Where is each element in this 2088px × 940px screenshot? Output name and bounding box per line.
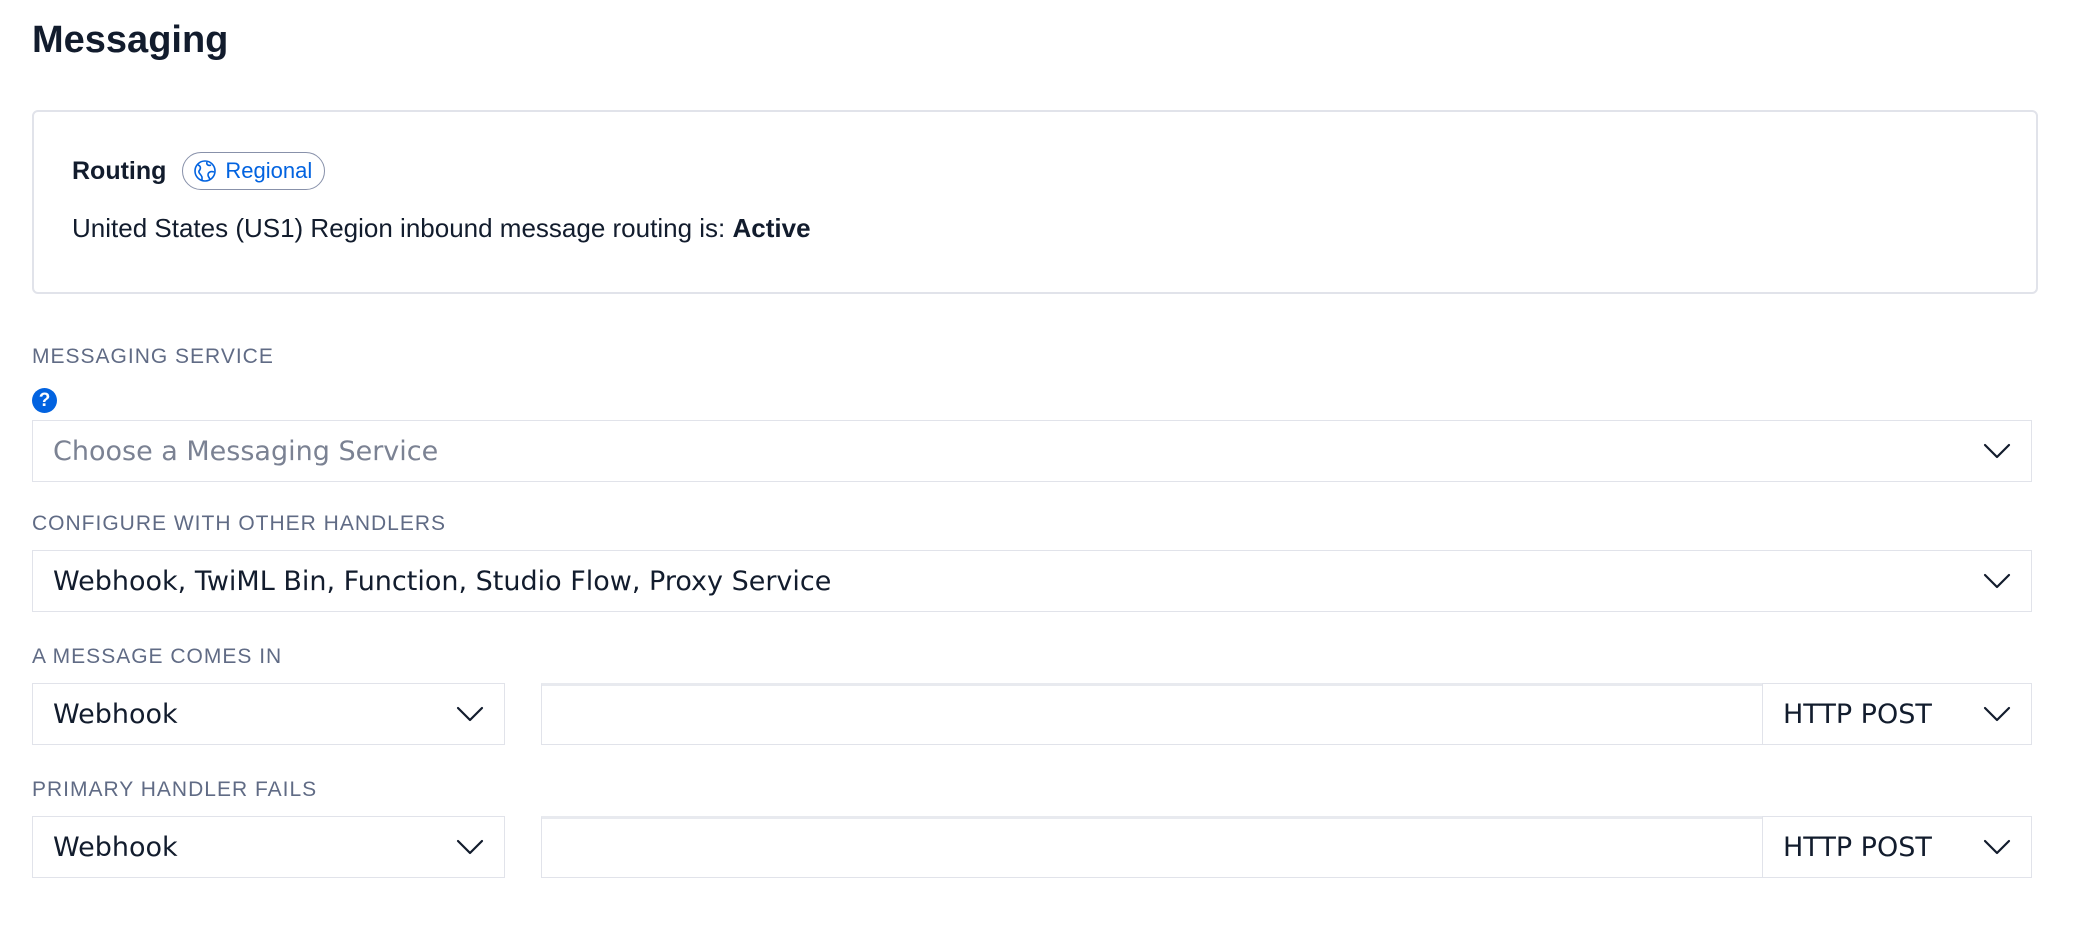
routing-card: Routing Regional United States (US1) Reg… (32, 110, 2038, 294)
page-title: Messaging (32, 19, 229, 61)
primary-handler-fails-label: PRIMARY HANDLER FAILS (32, 778, 318, 801)
globe-icon (194, 160, 217, 182)
routing-status-text: United States (US1) Region inbound messa… (72, 213, 733, 243)
routing-title: Routing (72, 156, 167, 185)
regional-badge-label: Regional (225, 158, 313, 183)
messaging-service-placeholder: Choose a Messaging Service (53, 435, 439, 467)
message-comes-in-handler-select[interactable]: Webhook (32, 683, 505, 745)
chevron-down-icon (1983, 573, 2011, 589)
chevron-down-icon (456, 839, 484, 855)
primary-handler-fails-handler-select[interactable]: Webhook (32, 816, 505, 878)
messaging-service-label: MESSAGING SERVICE (32, 345, 274, 368)
chevron-down-icon (1983, 839, 2011, 855)
chevron-down-icon (1983, 706, 2011, 722)
primary-handler-fails-method-value: HTTP POST (1783, 831, 1932, 863)
question-circle-icon[interactable]: ? (32, 388, 57, 413)
message-comes-in-url-input[interactable] (541, 683, 1764, 745)
message-comes-in-method-select[interactable]: HTTP POST (1762, 683, 2032, 745)
routing-status: United States (US1) Region inbound messa… (72, 210, 811, 246)
message-comes-in-method-value: HTTP POST (1783, 698, 1932, 730)
chevron-down-icon (456, 706, 484, 722)
other-handlers-value: Webhook, TwiML Bin, Function, Studio Flo… (53, 565, 832, 597)
primary-handler-fails-method-select[interactable]: HTTP POST (1762, 816, 2032, 878)
other-handlers-label: CONFIGURE WITH OTHER HANDLERS (32, 512, 447, 535)
message-comes-in-handler-value: Webhook (53, 698, 178, 730)
routing-status-value: Active (732, 213, 811, 243)
chevron-down-icon (1983, 443, 2011, 459)
message-comes-in-label: A MESSAGE COMES IN (32, 645, 283, 668)
regional-badge: Regional (182, 152, 326, 190)
other-handlers-select[interactable]: Webhook, TwiML Bin, Function, Studio Flo… (32, 550, 2032, 612)
routing-header: Routing Regional (72, 150, 326, 192)
primary-handler-fails-url-input[interactable] (541, 816, 1764, 878)
messaging-service-select[interactable]: Choose a Messaging Service (32, 420, 2032, 482)
primary-handler-fails-handler-value: Webhook (53, 831, 178, 863)
